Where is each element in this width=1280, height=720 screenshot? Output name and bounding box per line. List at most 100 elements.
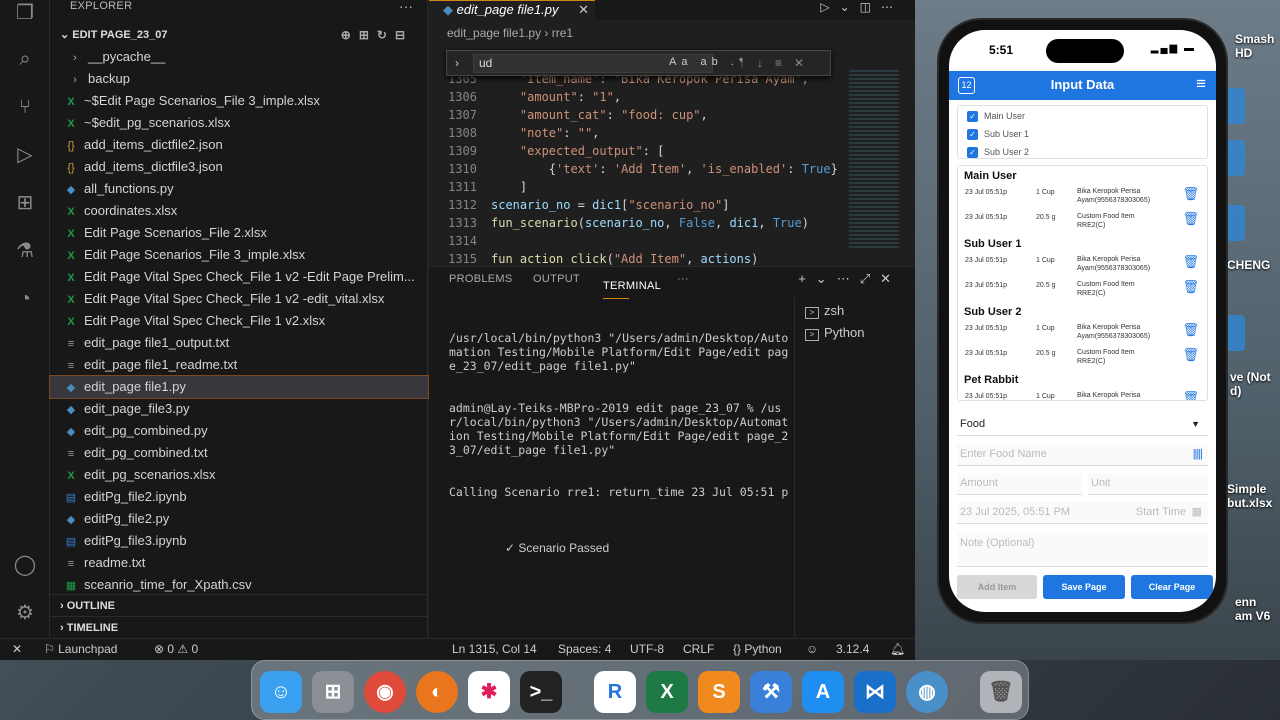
file-tree-item[interactable]: ◆ all_functions.py (50, 178, 428, 200)
file-tree-item[interactable]: X Edit Page Vital Spec Check_File 1 v2 -e… (50, 288, 428, 310)
datetime-field[interactable]: 23 Jul 2025, 05:51 PM Start Time ▦ (957, 502, 1208, 524)
run-debug-icon[interactable]: ▷ (12, 142, 38, 168)
menu-icon[interactable]: ≡ (1196, 74, 1206, 94)
explorer-icon[interactable]: ❐ (12, 0, 38, 26)
file-tree-item[interactable]: {} add_items_dictfile2.json (50, 134, 428, 156)
close-icon[interactable]: ✕ (578, 1, 589, 19)
more-actions-icon[interactable]: ··· (399, 0, 413, 14)
amount-input[interactable]: Amount (957, 473, 1082, 495)
remote-icon[interactable]: ◔ (12, 286, 38, 312)
launchpad-item[interactable]: ⚐ Launchpad (44, 639, 117, 660)
terminal-app-icon[interactable]: >_ (520, 671, 562, 713)
food-name-input[interactable]: Enter Food Name ||||| (957, 444, 1208, 466)
list-item[interactable]: 23 Jul 05:51p 1 Cup Bika Keropok Perisa Ay… (958, 186, 1207, 206)
file-tree-item[interactable]: X Edit Page Scenarios_File 3_imple.xlsx (50, 244, 428, 266)
tab-output[interactable]: OUTPUT (533, 273, 580, 285)
explorer-actions[interactable]: ⊕⊞↻⊟ (341, 25, 413, 45)
copilot-icon[interactable]: ☺ (806, 639, 818, 660)
firefox-icon[interactable]: ◐ (416, 671, 458, 713)
file-tree-item[interactable]: ≡ edit_page file1_readme.txt (50, 354, 428, 376)
search-icon[interactable]: ⌕ (12, 46, 38, 72)
delete-icon[interactable]: 🗑︎ (1182, 322, 1199, 338)
delete-icon[interactable]: 🗑︎ (1182, 279, 1199, 295)
clear-page-button[interactable]: Clear Page (1131, 575, 1213, 599)
chevron-right-icon[interactable]: › (455, 56, 459, 70)
file-tree-item[interactable]: ▦ sceanrio_time_for_Xpath.csv (50, 574, 428, 596)
app-store-icon[interactable]: A (802, 671, 844, 713)
list-item[interactable]: 23 Jul 05:51p 20.5 g Custom Food Item RRE2… (958, 347, 1207, 367)
outline-section[interactable]: › OUTLINE (50, 594, 428, 616)
user-checkbox[interactable]: ✓ Sub User 2 (967, 147, 1029, 158)
user-checkbox[interactable]: ✓ Sub User 1 (967, 129, 1029, 140)
python-version[interactable]: 3.12.4 (836, 639, 869, 660)
file-tree-item[interactable]: ◆ editPg_file2.py (50, 508, 428, 530)
slack-icon[interactable]: ✱ (468, 671, 510, 713)
line-ending[interactable]: CRLF (683, 639, 714, 660)
editor-toolbar[interactable]: ▷⌄◫⋯ (820, 0, 903, 14)
list-item[interactable]: 23 Jul 05:51p 20.5 g Custom Food Item RRE2… (958, 279, 1207, 299)
terminal-zsh[interactable]: > zsh (805, 303, 844, 319)
file-tree-item[interactable]: X ~$Edit Page Scenarios_File 3_imple.xlsx (50, 90, 428, 112)
indentation[interactable]: Spaces: 4 (558, 639, 611, 660)
list-item[interactable]: 23 Jul 05:51p 1 Cup Bika Keropok Perisa Ay… (958, 254, 1207, 274)
more-icon[interactable]: ··· (677, 273, 689, 285)
delete-icon[interactable]: 🗑︎ (1182, 254, 1199, 270)
unit-input[interactable]: Unit (1088, 473, 1208, 495)
terminal-output[interactable]: /usr/local/bin/python3 "/Users/admin/Des… (449, 303, 789, 583)
list-item[interactable]: 23 Jul 05:51p 1 Cup Bika Keropok Perisa Ay… (958, 390, 1207, 400)
file-tree-item[interactable]: ≡ readme.txt (50, 552, 428, 574)
file-tree-item[interactable]: {} add_items_dictfile3.json (50, 156, 428, 178)
save-page-button[interactable]: Save Page (1043, 575, 1125, 599)
encoding[interactable]: UTF-8 (630, 639, 664, 660)
add-item-button[interactable]: Add Item (957, 575, 1037, 599)
remote-icon[interactable]: ✕ (12, 639, 22, 660)
delete-icon[interactable]: 🗑︎ (1182, 211, 1199, 227)
app-r-icon[interactable]: R (594, 671, 636, 713)
sublime-icon[interactable]: S (698, 671, 740, 713)
delete-icon[interactable]: 🗑︎ (1182, 347, 1199, 363)
file-tree-item[interactable]: ▤ editPg_file2.ipynb (50, 486, 428, 508)
note-input[interactable]: Note (Optional) (957, 533, 1208, 567)
file-tree-item[interactable]: Xcoordinates.xlsx (50, 200, 428, 222)
category-select[interactable]: Food ▼ (957, 414, 1208, 436)
trash-icon[interactable]: 🗑︎ (980, 671, 1022, 713)
settings-gear-icon[interactable]: ⚙ (12, 600, 38, 626)
entries-list[interactable]: Main User 23 Jul 05:51p 1 Cup Bika Keropok … (957, 165, 1208, 401)
file-tree-item[interactable]: › backup (50, 68, 428, 90)
breadcrumb-symbol[interactable]: rre1 (552, 26, 573, 40)
excel-icon[interactable]: X (646, 671, 688, 713)
tab-edit-page-file1[interactable]: ◆ edit_page file1.py ✕ (429, 0, 595, 20)
source-control-icon[interactable]: ⑂ (12, 94, 38, 120)
barcode-icon[interactable]: ||||| (1193, 444, 1203, 464)
file-tree-item[interactable]: › __pycache__ (50, 46, 428, 68)
testing-icon[interactable]: ⚗ (12, 238, 38, 264)
delete-icon[interactable]: 🗑︎ (1182, 390, 1199, 400)
file-tree-item[interactable]: ≡ edit_pg_combined.txt (50, 442, 428, 464)
list-item[interactable]: 23 Jul 05:51p 20.5 g Custom Food Item RRE2… (958, 211, 1207, 231)
panel-actions[interactable]: +⌄⋯⤢✕ (798, 271, 901, 287)
tab-terminal[interactable]: TERMINAL (603, 273, 661, 299)
chrome-icon[interactable]: ◉ (364, 671, 406, 713)
file-tree-item[interactable]: ≡ edit_page file1_output.txt (50, 332, 428, 354)
timeline-section[interactable]: › TIMELINE (50, 616, 428, 638)
file-tree-item[interactable]: ◆ edit_pg_combined.py (50, 420, 428, 442)
vscode-icon[interactable]: ⋈ (854, 671, 896, 713)
extensions-icon[interactable]: ⊞ (12, 190, 38, 216)
file-tree-item[interactable]: Xedit_pg_scenarios.xlsx (50, 464, 428, 486)
find-navigation-icon[interactable]: ↑↓≡✕ (739, 56, 816, 70)
terminal-python[interactable]: > Python (805, 325, 864, 341)
language-mode[interactable]: {} Python (733, 639, 782, 660)
minimap[interactable] (849, 70, 899, 250)
cursor-position[interactable]: Ln 1315, Col 14 (452, 639, 537, 660)
notifications-icon[interactable]: 🔔︎ (890, 639, 905, 660)
file-tree-item[interactable]: ▤ editPg_file3.ipynb (50, 530, 428, 552)
breadcrumb[interactable]: edit_page file1.py › rre1 (447, 26, 573, 40)
finder-icon[interactable]: ☺ (260, 671, 302, 713)
file-tree-item[interactable]: X Edit Page Vital Spec Check_File 1 v2 -E… (50, 266, 428, 288)
tab-problems[interactable]: PROBLEMS (449, 273, 513, 285)
xcode-icon[interactable]: ⚒ (750, 671, 792, 713)
file-tree-item[interactable]: X Edit Page Vital Spec Check_File 1 v2.xl… (50, 310, 428, 332)
file-tree-item[interactable]: X ~$edit_pg_scenarios.xlsx (50, 112, 428, 134)
file-tree-item[interactable]: ◆ edit_page file1.py (49, 375, 429, 399)
workspace-root[interactable]: ⌄ EDIT PAGE_23_07 ⊕⊞↻⊟ (50, 25, 427, 45)
